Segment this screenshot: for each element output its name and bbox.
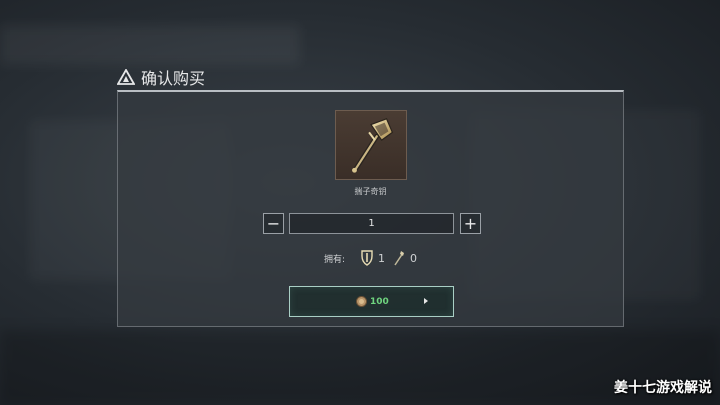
wand-icon [394, 251, 405, 266]
purchase-dialog: 揣子奇钥 − 1 + 拥有: 1 0 100 [117, 90, 624, 327]
item-name: 揣子奇钥 [354, 187, 387, 196]
watermark: 姜十七游戏解说 [614, 380, 712, 396]
warning-triangle-icon [117, 69, 135, 85]
owned-count-2: 0 [410, 251, 418, 265]
price-display: 100 [356, 296, 389, 307]
decrease-button[interactable]: − [263, 213, 284, 234]
shield-emblem-icon [361, 250, 373, 266]
coin-icon [356, 296, 367, 307]
dialog-title: 确认购买 [141, 69, 206, 88]
play-arrow-icon [424, 298, 428, 304]
dialog-header: 确认购买 [117, 66, 205, 88]
owned-item-1: 1 [361, 250, 385, 266]
hammer-key-icon [352, 118, 394, 173]
increase-button[interactable]: + [460, 213, 481, 234]
quantity-field[interactable]: 1 [289, 213, 454, 234]
price-value: 100 [370, 296, 389, 307]
purchase-button[interactable]: 100 [289, 286, 454, 317]
owned-count-1: 1 [378, 251, 386, 265]
item-slot [335, 110, 407, 180]
owned-items: 拥有: 1 0 [118, 250, 623, 266]
owned-item-2: 0 [393, 250, 417, 266]
quantity-stepper: − 1 + [263, 213, 481, 235]
owned-label: 拥有: [323, 254, 346, 265]
